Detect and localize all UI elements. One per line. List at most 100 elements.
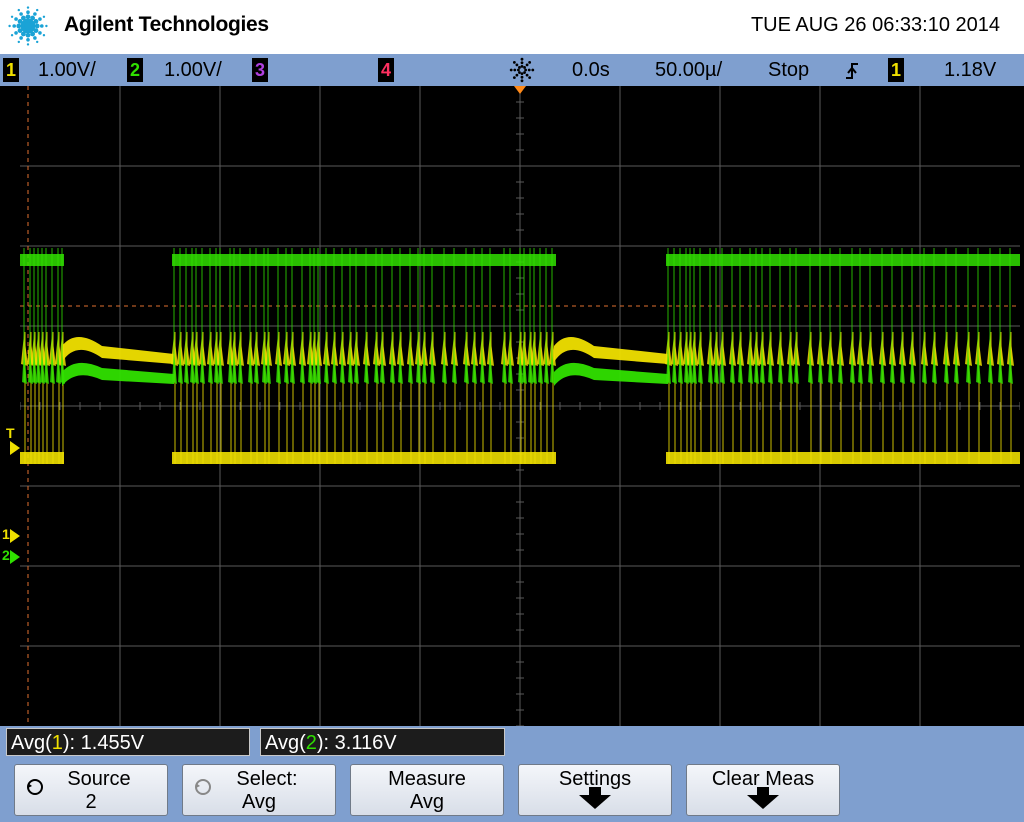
horizontal-delay: 0.0s bbox=[572, 59, 610, 81]
spark-dot bbox=[520, 72, 524, 75]
trigger-level-arrow-icon bbox=[10, 441, 20, 455]
logo-dot bbox=[16, 23, 22, 29]
logo-dot bbox=[8, 24, 11, 28]
ch2-settle bbox=[554, 362, 668, 386]
spark-dot bbox=[512, 76, 516, 80]
spark-dot bbox=[528, 60, 532, 64]
logo-dot bbox=[10, 15, 14, 18]
logo-dot bbox=[26, 43, 30, 46]
logo-dot bbox=[21, 15, 26, 21]
logo-dot bbox=[25, 14, 31, 20]
spark-dot bbox=[523, 66, 526, 69]
logo-dot bbox=[17, 28, 23, 33]
trigger-source-badge[interactable]: 1 bbox=[888, 58, 904, 82]
measure-softkey[interactable]: Measure Avg bbox=[350, 764, 504, 816]
measurement-value: ): 3.116V bbox=[316, 732, 397, 754]
brand-name: Agilent Technologies bbox=[64, 13, 269, 36]
ch1-low-band bbox=[172, 452, 556, 464]
channel-2-ground-arrow-icon bbox=[10, 550, 20, 564]
channel-2-badge[interactable]: 2 bbox=[127, 58, 143, 82]
logo-dot bbox=[36, 40, 39, 44]
source-softkey[interactable]: Source 2 bbox=[14, 764, 168, 816]
left-marker-gutter: T 1 2 bbox=[0, 86, 20, 726]
logo-dot bbox=[34, 23, 40, 29]
spark-dot bbox=[512, 60, 516, 64]
measurement-label: Avg( bbox=[265, 732, 306, 754]
submenu-arrow-icon bbox=[747, 787, 779, 809]
softkey-title: Measure bbox=[388, 768, 466, 790]
spark-dot bbox=[524, 68, 527, 72]
spark-dot bbox=[518, 71, 521, 74]
settings-softkey[interactable]: Settings bbox=[518, 764, 672, 816]
waveform-display[interactable] bbox=[20, 86, 1020, 726]
logo-dot bbox=[40, 24, 44, 28]
spark-dot bbox=[520, 65, 524, 68]
ch1-low-band bbox=[666, 452, 1020, 464]
select-softkey[interactable]: Select: Avg bbox=[182, 764, 336, 816]
logo-dot bbox=[42, 34, 46, 37]
spark-dot bbox=[520, 75, 524, 79]
measurement-value: ): 1.455V bbox=[62, 732, 145, 754]
submenu-arrow-icon bbox=[579, 787, 611, 809]
spark-dot bbox=[531, 68, 535, 72]
trigger-level: 1.18V bbox=[944, 59, 997, 81]
softkey-value: 2 bbox=[85, 791, 97, 813]
channel-2-ground-marker: 2 bbox=[2, 547, 10, 563]
waveform-area bbox=[20, 86, 1020, 726]
spark-dot bbox=[523, 71, 526, 74]
logo-dot bbox=[33, 36, 37, 40]
spark-dot bbox=[517, 68, 520, 72]
channel-3-badge[interactable]: 3 bbox=[252, 58, 268, 82]
logo-dot bbox=[33, 12, 37, 16]
agilent-spark-logo-icon bbox=[8, 6, 48, 46]
spark-dot bbox=[520, 57, 524, 61]
logo-dot bbox=[12, 24, 16, 28]
measurement-avg-ch2: Avg(2): 3.116V bbox=[260, 728, 505, 756]
spark-dot bbox=[525, 73, 529, 77]
logo-dot bbox=[26, 10, 30, 14]
spark-dot bbox=[515, 73, 519, 77]
softkey-value: Avg bbox=[241, 791, 277, 813]
softkey-title: Source bbox=[67, 768, 131, 790]
spark-dot bbox=[520, 61, 524, 65]
spark-dot bbox=[513, 68, 517, 72]
channel-4-badge[interactable]: 4 bbox=[378, 58, 394, 82]
ch1-settle bbox=[62, 337, 174, 364]
logo-dot bbox=[14, 31, 18, 35]
spark-dot bbox=[525, 63, 529, 67]
status-bar: 1 1.00V/ 2 1.00V/ 3 4 0.0s 50.00µ/ Stop … bbox=[0, 54, 1024, 86]
spark-dot bbox=[509, 68, 513, 72]
measurement-label: Avg( bbox=[11, 732, 52, 754]
logo-dot bbox=[38, 17, 42, 21]
trigger-level-marker: T bbox=[6, 425, 15, 441]
spark-dot bbox=[527, 68, 531, 72]
spark-dot bbox=[515, 63, 519, 67]
logo-dot bbox=[19, 12, 23, 16]
ch1-settle bbox=[554, 337, 668, 364]
softkey-value: Avg bbox=[409, 791, 445, 813]
measurement-panel: Avg(1): 1.455V Avg(2): 3.116V Source 2 S… bbox=[0, 726, 1024, 822]
ch2-high-band bbox=[666, 254, 1020, 266]
logo-dot bbox=[38, 31, 42, 35]
channel-2-scale: 1.00V/ bbox=[164, 59, 222, 81]
right-gutter bbox=[1020, 86, 1024, 726]
logo-dot bbox=[25, 32, 31, 38]
logo-dot bbox=[17, 40, 20, 44]
trigger-position-marker bbox=[514, 86, 526, 94]
logo-dot bbox=[30, 31, 35, 37]
trigger-edge-icon bbox=[846, 63, 858, 79]
channel-1-scale: 1.00V/ bbox=[38, 59, 96, 81]
logo-dot bbox=[26, 6, 30, 9]
ch2-settle bbox=[62, 362, 174, 386]
logo-dot bbox=[24, 22, 32, 30]
date-time: TUE AUG 26 06:33:10 2014 bbox=[750, 14, 1000, 36]
spark-dot bbox=[518, 66, 521, 69]
clear-meas-softkey[interactable]: Clear Meas bbox=[686, 764, 840, 816]
channel-2-trace bbox=[20, 248, 1020, 386]
channel-1-ground-marker: 1 bbox=[2, 526, 10, 542]
logo-dot bbox=[17, 8, 20, 12]
logo-dot bbox=[33, 19, 39, 24]
logo-dot bbox=[10, 34, 14, 37]
spark-dot bbox=[528, 76, 532, 80]
channel-1-badge[interactable]: 1 bbox=[3, 58, 19, 82]
